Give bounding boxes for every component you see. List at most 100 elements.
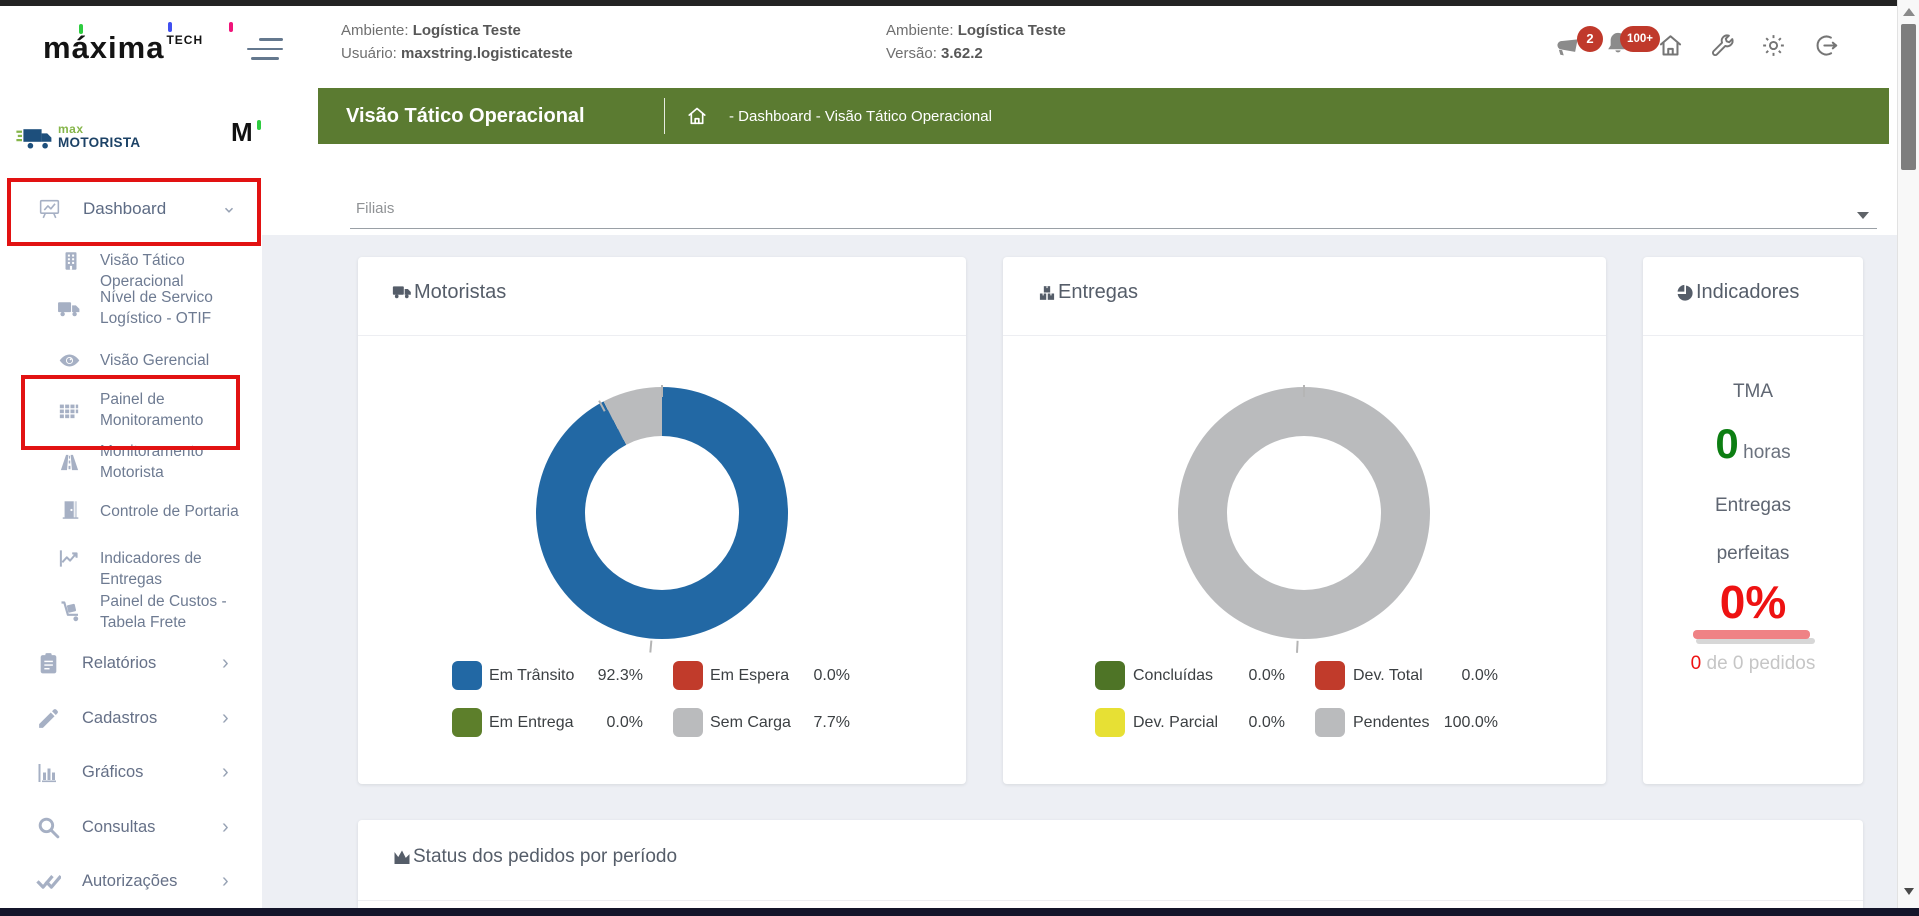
indicadores-card-title: Indicadores [1675,281,1799,304]
door-icon [60,499,82,521]
scrollbar-down-arrow[interactable] [1904,888,1914,895]
sidebar-item-label: Controle de Portaria [100,503,239,520]
truck-icon [57,297,82,322]
scrollbar-thumb[interactable] [1901,24,1916,170]
sidebar-group-label: Consultas [82,818,156,836]
chevron-right-icon: › [222,761,229,783]
sidebar-item-controle-portaria[interactable]: Controle de Portaria [0,496,262,526]
indicadores-card: Indicadores TMA 0 horas Entregas perfeit… [1643,257,1863,784]
pedidos-text: de 0 pedidos [1701,653,1816,674]
status-card-divider [358,900,1863,901]
sidebar-item-label: Visão Gerencial [100,352,210,369]
sidebar-group-relatorios[interactable]: Relatórios › [0,649,262,679]
chevron-right-icon: › [222,816,229,838]
page-title-bar: Visão Tático Operacional - Dashboard - V… [318,88,1889,144]
entregas-perfeitas-percent: 0% [1719,576,1787,628]
legend-value: 92.3% [597,667,643,684]
area-chart-icon [394,850,410,864]
sidebar-item-visao-tatico-operacional[interactable]: Visão Tático Operacional [0,246,262,290]
eye-icon [58,349,81,372]
sidebar-group-graficos[interactable]: Gráficos › [0,758,262,788]
page-scrollbar[interactable] [1897,0,1919,916]
entregas-card: Entregas Concluídas 0.0% Dev. Total 0.0%… [1003,257,1606,784]
brand-suffix: TECH [166,33,204,47]
filiais-dropdown-caret-icon[interactable] [1857,212,1869,219]
card-title-text: Indicadores [1696,281,1800,303]
tma-label: TMA [1732,381,1774,402]
search-icon [36,815,61,840]
sidebar-item-indicadores-entregas[interactable]: Indicadores de Entregas [0,543,262,588]
truck-icon [392,286,411,299]
bell-badge[interactable]: 100+ [1620,26,1660,52]
sidebar-group-label: Cadastros [82,709,158,727]
sidebar-item-label: Indicadores de Entregas [100,550,202,588]
env-user-info: Ambiente: Logística Teste Usuário: maxst… [341,19,573,65]
tma-value: 0 [1715,420,1739,467]
megaphone-badge[interactable]: 2 [1577,26,1603,52]
annotation-box-painel-monitoramento [21,375,240,450]
legend-label: Em Entrega [489,714,574,731]
legend-label: Dev. Parcial [1133,714,1219,731]
chevron-right-icon: › [222,707,229,729]
sidebar-group-label: Relatórios [82,654,157,672]
sidebar-item-label: Painel de Custos - Tabela Frete [100,593,227,631]
scrollbar-up-arrow[interactable] [1903,8,1915,16]
max-motorista-truck-icon [16,125,56,153]
filiais-select-underline[interactable] [350,228,1877,229]
usuario-value: maxstring.logisticateste [401,45,573,62]
chevron-right-icon: › [222,652,229,674]
sidebar-group-cadastros[interactable]: Cadastros › [0,704,262,734]
entregas-perfeitas-line2: perfeitas [1716,543,1790,564]
motoristas-donut-chart[interactable] [536,385,788,653]
home-icon[interactable] [1657,32,1684,59]
card-title-text: Entregas [1058,281,1139,303]
sidebar-item-painel-custos[interactable]: Painel de Custos - Tabela Frete [0,591,262,635]
sidebar-item-label: Nível de Servico Logístico - OTIF [100,289,213,327]
app-window: máxima TECH Ambiente: Logística Teste Usu… [0,0,1919,916]
sidebar-group-consultas[interactable]: Consultas › [0,813,262,843]
mini-logo-m: M [231,117,253,147]
pedidos-footer: 0 de 0 pedidos [1643,653,1863,675]
tma-unit: horas [1743,442,1791,463]
sidebar-item-nivel-servico-otif[interactable]: Nível de Servico Logístico - OTIF [0,287,262,331]
brand-name: máxima [43,30,165,65]
env-version-info: Ambiente: Logística Teste Versão: 3.62.2 [886,19,1066,65]
logout-icon[interactable] [1812,32,1839,59]
brand-motorista: MOTORISTA [58,135,141,150]
chevron-right-icon: › [222,870,229,892]
legend-value: 0.0% [606,714,643,731]
legend-swatch-concluidas [1095,661,1125,690]
max-motorista-logo: max MOTORISTA [58,123,141,150]
legend-label: Concluídas [1133,667,1214,684]
ambiente-label: Ambiente: [341,22,409,39]
menu-toggle-icon[interactable] [247,38,283,67]
sidebar-group-label: Autorizações [82,872,178,890]
mini-logo: M [231,117,275,148]
legend-swatch-sem-carga [673,708,703,737]
chart-line-icon [58,547,81,570]
status-card-title: Status dos pedidos por período [392,846,677,868]
ambiente-label-2: Ambiente: [886,22,954,39]
legend-value: 100.0% [1443,714,1498,731]
ambiente-value: Logística Teste [412,22,521,39]
sidebar-group-autorizacoes[interactable]: Autorizações › [0,867,262,897]
road-icon [58,451,81,474]
legend-value: 0.0% [1248,714,1285,731]
percent-bar [1693,630,1810,639]
card-title-text: Status dos pedidos por período [413,846,678,867]
entregas-donut-chart[interactable] [1178,385,1430,653]
bottom-window-edge [0,908,1919,916]
legend-swatch-dev-total [1315,661,1345,690]
double-check-icon [36,869,61,894]
legend-value: 7.7% [813,714,850,731]
sidebar-item-label: Visão Tático Operacional [100,252,185,290]
wrench-icon[interactable] [1709,32,1736,59]
entregas-perfeitas-line1: Entregas [1714,495,1792,516]
versao-label: Versão: [886,45,937,62]
breadcrumb-home-icon[interactable] [686,105,708,127]
sidebar-item-visao-gerencial[interactable]: Visão Gerencial [0,345,262,375]
page-title: Visão Tático Operacional [346,105,585,127]
gear-icon[interactable] [1760,32,1787,59]
legend-swatch-em-espera [673,661,703,690]
entregas-card-title: Entregas [1037,281,1138,304]
